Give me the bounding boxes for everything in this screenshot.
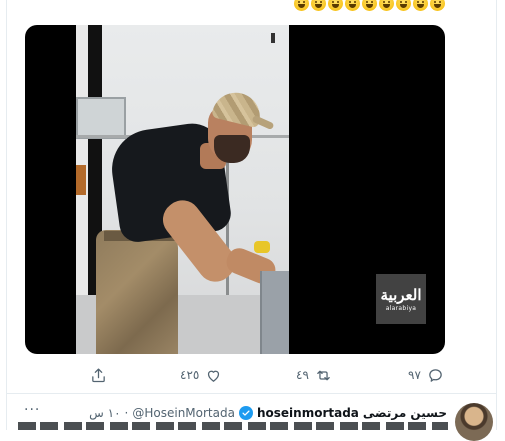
reply-count: ٩٧ — [408, 368, 421, 382]
person-beard — [214, 135, 250, 163]
avatar[interactable] — [455, 403, 493, 441]
like-button[interactable]: ٤٢٥ — [180, 362, 222, 388]
heart-icon — [208, 370, 220, 382]
reply-button[interactable]: ٩٧ — [408, 362, 444, 388]
header-separator: · — [124, 406, 129, 420]
next-tweet-header: ١٠ س · @HoseinMortada hoseinmortada حسين… — [89, 404, 447, 422]
video-frame[interactable] — [76, 25, 289, 354]
grinning-face-emoji — [311, 0, 326, 11]
reply-bubble-icon — [429, 368, 442, 382]
grinning-face-emoji — [328, 0, 343, 11]
logo-latin-text: alarabiya — [385, 304, 417, 312]
tweet-action-bar: ٤٢٥ ٤٩ ٩٧ — [0, 362, 505, 388]
user-handle[interactable]: @HoseinMortada — [132, 406, 235, 420]
yellow-object — [254, 241, 270, 253]
logo-arabic-text: العربية — [380, 285, 422, 304]
grinning-face-emoji — [430, 0, 445, 11]
tweet-time[interactable]: ١٠ س — [89, 406, 120, 420]
tweet-divider — [6, 393, 497, 394]
verified-badge-icon — [238, 406, 253, 420]
tweet-video[interactable]: العربية alarabiya — [25, 25, 445, 354]
person-cap-brim — [251, 114, 275, 131]
share-icon — [92, 367, 105, 382]
grinning-face-emoji — [345, 0, 360, 11]
grinning-face-emoji — [413, 0, 428, 11]
next-tweet-text-cropped — [18, 422, 448, 430]
wall-mark — [271, 33, 275, 43]
grinning-face-emoji — [294, 0, 309, 11]
background-window — [76, 97, 126, 139]
share-button[interactable] — [90, 362, 107, 388]
user-display-name[interactable]: حسين مرتضى — [363, 406, 447, 420]
more-options-button[interactable]: ··· — [24, 402, 40, 418]
person-camo-pants — [96, 230, 178, 354]
retweet-icon — [317, 370, 330, 380]
user-screen-name[interactable]: hoseinmortada — [257, 406, 359, 420]
grinning-face-emoji — [396, 0, 411, 11]
grinning-face-emoji — [362, 0, 377, 11]
tweet-text-emojis — [294, 0, 445, 16]
grey-cabinet — [260, 271, 289, 354]
grinning-face-emoji — [379, 0, 394, 11]
alarabiya-logo: العربية alarabiya — [376, 274, 426, 324]
retweet-count: ٤٩ — [296, 368, 309, 382]
like-count: ٤٢٥ — [180, 368, 200, 382]
background-object — [76, 165, 86, 195]
retweet-button[interactable]: ٤٩ — [296, 362, 332, 388]
